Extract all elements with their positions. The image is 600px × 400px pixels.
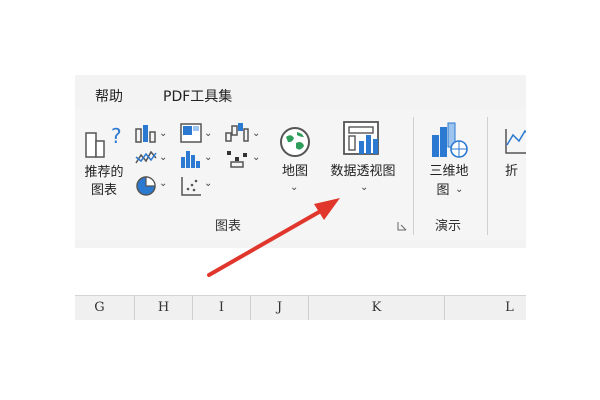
statistic-chart-dropdown-icon[interactable]: ⌄	[204, 152, 212, 163]
pie-chart-icon[interactable]	[135, 175, 157, 197]
pivot-chart-label: 数据透视图	[330, 164, 396, 179]
dialog-launcher-icon[interactable]	[397, 221, 407, 231]
column-headers: G H I J K L	[75, 295, 526, 320]
excel-window: 帮助 PDF工具集 ? 推荐的 图表 ⌄ ⌄ ⌄ ⌄ ⌄ ⌄ ⌄ ⌄ 地图 ⌄ …	[75, 75, 526, 320]
column-header-h[interactable]: H	[135, 296, 193, 320]
3d-map-dropdown-icon: ⌄	[455, 184, 464, 195]
sparkline-line-icon	[505, 129, 526, 154]
3d-map-label-1: 三维地	[429, 164, 469, 179]
ribbon-insert: ? 推荐的 图表 ⌄ ⌄ ⌄ ⌄ ⌄ ⌄ ⌄ ⌄ 地图 ⌄ 数据透视图 ⌄ 图表…	[75, 109, 526, 240]
statistic-chart-icon[interactable]	[180, 149, 202, 169]
scatter-chart-icon[interactable]	[180, 175, 202, 197]
scatter-chart-dropdown-icon[interactable]: ⌄	[204, 178, 212, 189]
combo-chart-dropdown-icon[interactable]: ⌄	[252, 152, 260, 163]
recommended-charts-label-2: 图表	[90, 183, 117, 198]
tab-pdf-tools[interactable]: PDF工具集	[163, 86, 232, 106]
waterfall-chart-dropdown-icon[interactable]: ⌄	[252, 128, 260, 139]
charts-group-label: 图表	[215, 219, 242, 234]
line-chart-icon[interactable]	[135, 149, 157, 167]
column-chart-dropdown-icon[interactable]: ⌄	[159, 128, 167, 139]
worksheet-grid[interactable]: G H I J K L	[75, 248, 526, 320]
globe-icon	[280, 127, 310, 157]
recommended-charts-label-1: 推荐的	[84, 165, 124, 180]
hierarchy-chart-dropdown-icon[interactable]: ⌄	[204, 128, 212, 139]
column-header-i[interactable]: I	[193, 296, 251, 320]
maps-label: 地图	[281, 164, 308, 179]
pivot-chart-icon	[343, 121, 379, 155]
ribbon-tabs: 帮助 PDF工具集	[75, 75, 526, 109]
svg-text:?: ?	[111, 124, 122, 148]
column-chart-icon[interactable]	[135, 123, 157, 143]
waterfall-chart-icon[interactable]	[225, 121, 249, 143]
group-separator	[487, 117, 488, 235]
group-separator	[413, 117, 414, 235]
column-header-l[interactable]: L	[445, 296, 526, 320]
column-header-j[interactable]: J	[251, 296, 309, 320]
3d-map-label-2: 图	[436, 183, 450, 198]
tours-group-label: 演示	[435, 219, 462, 234]
3d-map-icon	[432, 122, 468, 158]
combo-chart-icon[interactable]	[225, 149, 249, 169]
tab-help[interactable]: 帮助	[95, 86, 123, 106]
recommended-charts-icon: ?	[85, 124, 122, 158]
formula-bar-area	[75, 240, 526, 248]
column-header-k[interactable]: K	[309, 296, 445, 320]
sparkline-line-label: 折	[505, 164, 519, 179]
line-chart-dropdown-icon[interactable]: ⌄	[159, 152, 167, 163]
hierarchy-chart-icon[interactable]	[180, 123, 202, 143]
pivot-chart-dropdown-icon: ⌄	[360, 182, 369, 193]
maps-dropdown-icon: ⌄	[290, 182, 299, 193]
pie-chart-dropdown-icon[interactable]: ⌄	[159, 178, 167, 189]
column-header-g[interactable]: G	[75, 296, 135, 320]
